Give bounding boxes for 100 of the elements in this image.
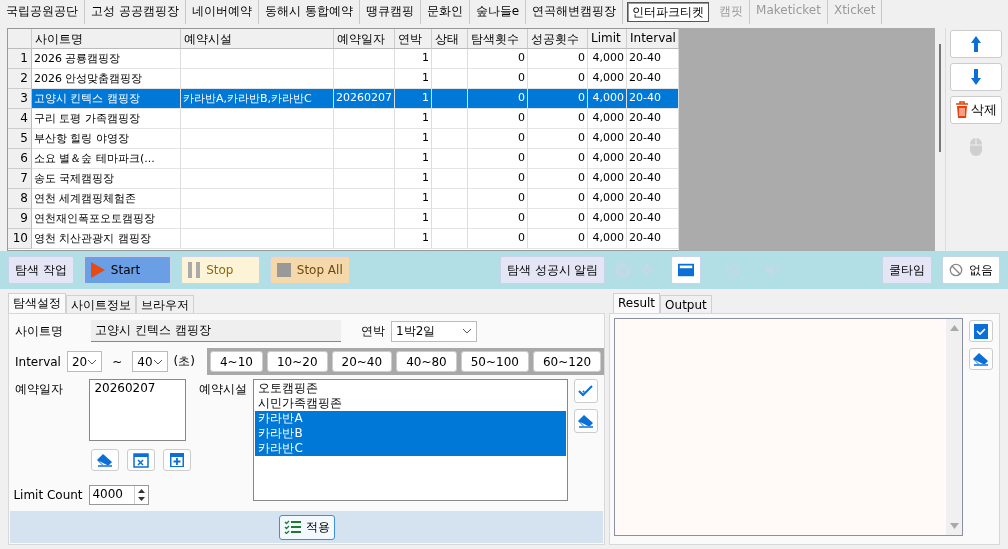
clear-result-button[interactable] — [969, 348, 993, 370]
clear-facilities-button[interactable] — [574, 409, 598, 433]
table-cell: 2026 안성맞춤캠핑장 — [32, 69, 181, 89]
column-header[interactable]: Limit — [588, 29, 627, 49]
site-tab[interactable]: 동해시 통합예약 — [258, 0, 360, 24]
interval-preset-button[interactable]: 4~10 — [209, 351, 263, 372]
row-number: 9 — [8, 209, 32, 229]
table-cell: 1 — [395, 69, 432, 89]
facility-item[interactable]: 카라반B — [255, 426, 566, 441]
move-up-button[interactable] — [949, 30, 1002, 58]
table-cell: 4,000 — [588, 89, 627, 109]
interval-from-dropdown[interactable]: 20 — [66, 351, 103, 372]
table-cell: 1 — [395, 49, 432, 69]
interval-preset-button[interactable]: 50~100 — [460, 351, 529, 372]
seconds-unit: (초) — [173, 353, 195, 370]
facility-item[interactable]: 카라반A — [255, 411, 566, 426]
settings-tab[interactable]: 탐색설정 — [8, 293, 66, 313]
clipboard-check-icon — [974, 323, 988, 339]
interval-preset-button[interactable]: 40~80 — [396, 351, 457, 372]
facility-list[interactable]: 오토캠핑존 시민가족캠핑존 카라반A 카라반B 카라반C — [253, 379, 568, 501]
table-cell: 4,000 — [588, 69, 627, 89]
window-toggle-button[interactable] — [670, 256, 701, 285]
table-cell: 0 — [528, 209, 588, 229]
site-tab[interactable]: 인터파크티켓 — [627, 2, 710, 22]
site-tab[interactable]: 연곡해변캠핑장 — [526, 0, 624, 24]
interval-to-dropdown[interactable]: 40 — [132, 351, 168, 372]
site-name-field[interactable]: 고양시 킨텍스 캠핑장 — [91, 320, 341, 342]
site-tab[interactable]: 땡큐캠핑 — [359, 0, 421, 24]
facility-item[interactable]: 오토캠핑존 — [255, 381, 566, 396]
table-cell: 4,000 — [588, 169, 627, 189]
result-tab[interactable]: Output — [660, 295, 712, 313]
ban-icon — [949, 262, 963, 279]
remove-date-button[interactable] — [127, 449, 156, 471]
copy-result-button[interactable] — [969, 320, 993, 342]
column-header[interactable]: 상태 — [432, 29, 468, 49]
table-cell: 0 — [528, 149, 588, 169]
column-header[interactable]: 연박 — [395, 29, 432, 49]
cooltime-button[interactable]: 쿨타임 — [882, 256, 932, 285]
table-cell — [334, 69, 395, 89]
success-alert-button[interactable]: 탐색 성공시 알림 — [499, 256, 606, 285]
table-cell: 20-40 — [627, 69, 679, 89]
select-all-button[interactable] — [574, 379, 598, 403]
nights-dropdown[interactable]: 1박2일 — [391, 320, 477, 342]
calendar-add-icon — [169, 452, 186, 468]
site-tab[interactable]: 숲나들e — [469, 0, 527, 24]
table-cell: 구리 토평 가족캠핑장 — [32, 109, 181, 129]
site-tab[interactable]: 문화인 — [420, 0, 470, 24]
table-cell: 2026 공룡캠핑장 — [32, 49, 181, 69]
settings-tab[interactable]: 사이트정보 — [66, 295, 136, 313]
date-item[interactable]: 20260207 — [91, 381, 185, 396]
column-header[interactable]: 사이트명 — [32, 29, 181, 49]
scrollbar[interactable] — [946, 319, 962, 535]
interval-preset-button[interactable]: 60~120 — [532, 351, 602, 372]
table-cell: 영천 치산관광지 캠핑장 — [32, 229, 181, 249]
limit-count-label: Limit Count — [13, 488, 84, 502]
site-tab[interactable]: 네이버예약 — [185, 0, 259, 24]
clear-dates-button[interactable] — [91, 449, 120, 471]
search-task-button[interactable]: 탐색 작업 — [8, 256, 74, 285]
eraser-icon — [96, 453, 115, 467]
corner-header — [8, 29, 32, 49]
column-header[interactable]: 예약일자 — [334, 29, 395, 49]
column-header[interactable]: 예약시설 — [181, 29, 334, 49]
site-tab[interactable]: 고성 공공캠핑장 — [85, 0, 186, 24]
table-cell: 0 — [528, 189, 588, 209]
table-cell: 1 — [395, 189, 432, 209]
stop-all-button[interactable]: Stop All — [269, 256, 350, 285]
trash-icon — [954, 101, 969, 119]
row-number: 6 — [8, 149, 32, 169]
delete-button[interactable]: 삭제 — [949, 96, 1002, 124]
interval-preset-button[interactable]: 20~40 — [331, 351, 393, 372]
move-down-button[interactable] — [949, 63, 1002, 91]
limit-count-field[interactable]: 4000 — [89, 485, 150, 505]
result-tab[interactable]: Result — [613, 293, 661, 313]
table-cell — [432, 49, 468, 69]
site-tab[interactable]: 국립공원공단 — [0, 0, 85, 24]
table-cell: 0 — [528, 69, 588, 89]
table-cell: 20-40 — [627, 89, 679, 109]
start-button[interactable]: Start — [83, 256, 172, 285]
apply-button[interactable]: 적용 — [278, 514, 335, 540]
eraser-icon — [577, 414, 595, 428]
double-check-icon — [578, 384, 594, 398]
interval-preset-button[interactable]: 10~20 — [266, 351, 328, 372]
column-header[interactable]: 성공횟수 — [528, 29, 588, 49]
column-header[interactable]: Interval — [627, 29, 679, 49]
date-list[interactable]: 20260207 — [89, 379, 187, 441]
table-cell: 4,000 — [588, 129, 627, 149]
add-date-button[interactable] — [163, 449, 192, 471]
facility-item[interactable]: 시민가족캠핑존 — [255, 396, 566, 411]
play-icon — [90, 262, 105, 279]
table-cell: 0 — [528, 49, 588, 69]
stop-button[interactable]: Stop — [181, 256, 260, 285]
settings-tab[interactable]: 브라우저 — [136, 295, 194, 313]
column-header[interactable]: 탐색횟수 — [468, 29, 528, 49]
cooltime-none-button[interactable]: 없음 — [942, 256, 1000, 285]
facility-item[interactable]: 카라반C — [255, 441, 566, 456]
table-cell: 카라반A,카라반B,카라반C — [181, 89, 334, 109]
table-cell: 20-40 — [627, 129, 679, 149]
table-cell — [334, 209, 395, 229]
table-cell — [334, 49, 395, 69]
scrollbar-thumb[interactable] — [939, 44, 941, 152]
